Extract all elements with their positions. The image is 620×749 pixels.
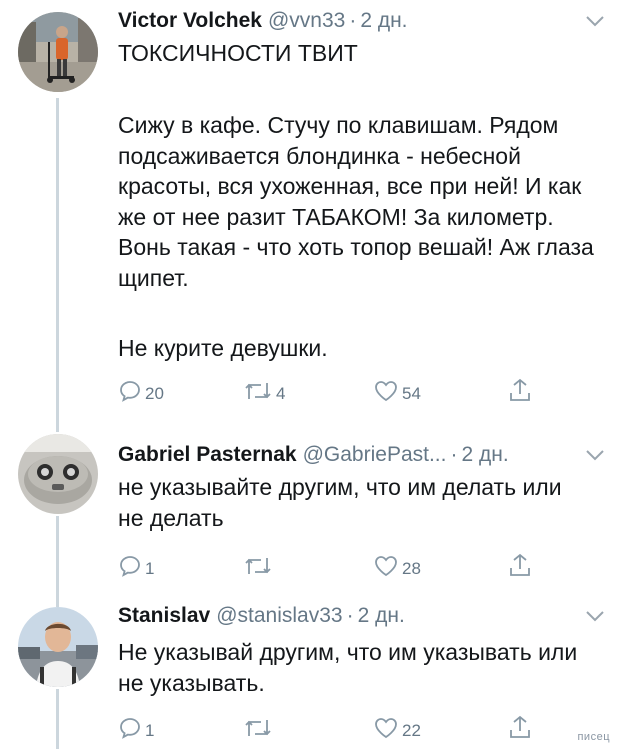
share-button[interactable]: [508, 710, 532, 740]
thread-line: [56, 516, 59, 595]
timestamp[interactable]: 2 дн.: [461, 443, 508, 466]
tweet-header: Gabriel Pasternak @GabriePast... · 2 дн.: [118, 442, 509, 468]
share-button[interactable]: [508, 548, 532, 578]
retweet-button[interactable]: [243, 548, 276, 578]
avatar[interactable]: [18, 434, 98, 514]
share-icon: [510, 553, 530, 576]
heart-icon: [375, 718, 397, 739]
avatar-photo: [18, 12, 98, 92]
heart-icon: [375, 381, 397, 402]
like-count: 22: [402, 721, 421, 740]
share-icon: [510, 715, 530, 738]
retweet-button[interactable]: 4: [243, 373, 285, 403]
timestamp[interactable]: 2 дн.: [358, 604, 405, 627]
watermark: писец: [577, 731, 610, 743]
reply-button[interactable]: 20: [118, 373, 164, 403]
thread-line: [56, 98, 59, 420]
avatar-photo: [18, 434, 98, 514]
avatar[interactable]: [18, 607, 98, 687]
retweet-icon: [245, 720, 271, 736]
tweet-gabriel-pasternak[interactable]: Gabriel Pasternak @GabriePast... · 2 дн. не…: [0, 420, 620, 595]
author-handle[interactable]: @vvn33: [268, 9, 345, 32]
retweet-count: 4: [276, 384, 286, 403]
tweet-victor-volchek[interactable]: Victor Volchek @vvn33 · 2 дн. ТОКСИЧНОСТИ Т…: [0, 0, 620, 420]
avatar-photo: [18, 607, 98, 687]
retweet-button[interactable]: [243, 710, 276, 740]
reply-button[interactable]: 1: [118, 710, 154, 740]
author-handle[interactable]: @stanislav33: [216, 604, 342, 627]
like-button[interactable]: 28: [373, 548, 421, 578]
reply-count: 1: [145, 559, 155, 578]
share-icon: [510, 378, 530, 401]
reply-icon: [120, 556, 140, 577]
reply-icon: [120, 718, 140, 739]
tweet-header: Stanislav @stanislav33 · 2 дн.: [118, 603, 405, 629]
chevron-down-icon[interactable]: [584, 448, 606, 462]
chevron-down-icon[interactable]: [584, 14, 606, 28]
author-handle[interactable]: @GabriePast...: [303, 443, 447, 466]
like-button[interactable]: 22: [373, 710, 421, 740]
chevron-down-icon[interactable]: [584, 609, 606, 623]
author-name[interactable]: Stanislav: [118, 604, 210, 627]
reply-icon: [120, 381, 140, 402]
separator: ·: [450, 443, 458, 466]
tweet-stanislav[interactable]: Stanislav @stanislav33 · 2 дн. Не указывай …: [0, 595, 620, 749]
retweet-icon: [245, 383, 271, 399]
reply-button[interactable]: 1: [118, 548, 154, 578]
reply-count: 20: [145, 384, 164, 403]
thread-line: [56, 595, 59, 607]
like-count: 54: [402, 384, 421, 403]
tweet-title: ТОКСИЧНОСТИ ТВИТ: [118, 40, 358, 66]
reply-count: 1: [145, 721, 155, 740]
heart-icon: [375, 556, 397, 577]
tweet-header: Victor Volchek @vvn33 · 2 дн.: [118, 8, 408, 34]
avatar[interactable]: [18, 12, 98, 92]
tweet-actions: 1 28: [118, 548, 538, 578]
tweet-text: не указывайте другим, что им делать или …: [118, 474, 562, 531]
thread-line: [56, 689, 59, 749]
separator: ·: [349, 9, 357, 32]
tweet-actions: 20 4 54: [118, 373, 538, 403]
tweet-text: Не указывай другим, что им указывать или…: [118, 639, 578, 696]
timestamp[interactable]: 2 дн.: [360, 9, 407, 32]
retweet-icon: [245, 558, 271, 574]
like-button[interactable]: 54: [373, 373, 421, 403]
tweet-actions: 1 22: [118, 710, 538, 740]
tweet-text-closing: Не курите девушки.: [118, 335, 328, 361]
thread-line: [56, 420, 59, 432]
like-count: 28: [402, 559, 421, 578]
tweet-text: Сижу в кафе. Стучу по клавишам. Рядом по…: [118, 112, 594, 291]
author-name[interactable]: Victor Volchek: [118, 9, 262, 32]
author-name[interactable]: Gabriel Pasternak: [118, 443, 297, 466]
separator: ·: [346, 604, 354, 627]
share-button[interactable]: [508, 373, 532, 403]
